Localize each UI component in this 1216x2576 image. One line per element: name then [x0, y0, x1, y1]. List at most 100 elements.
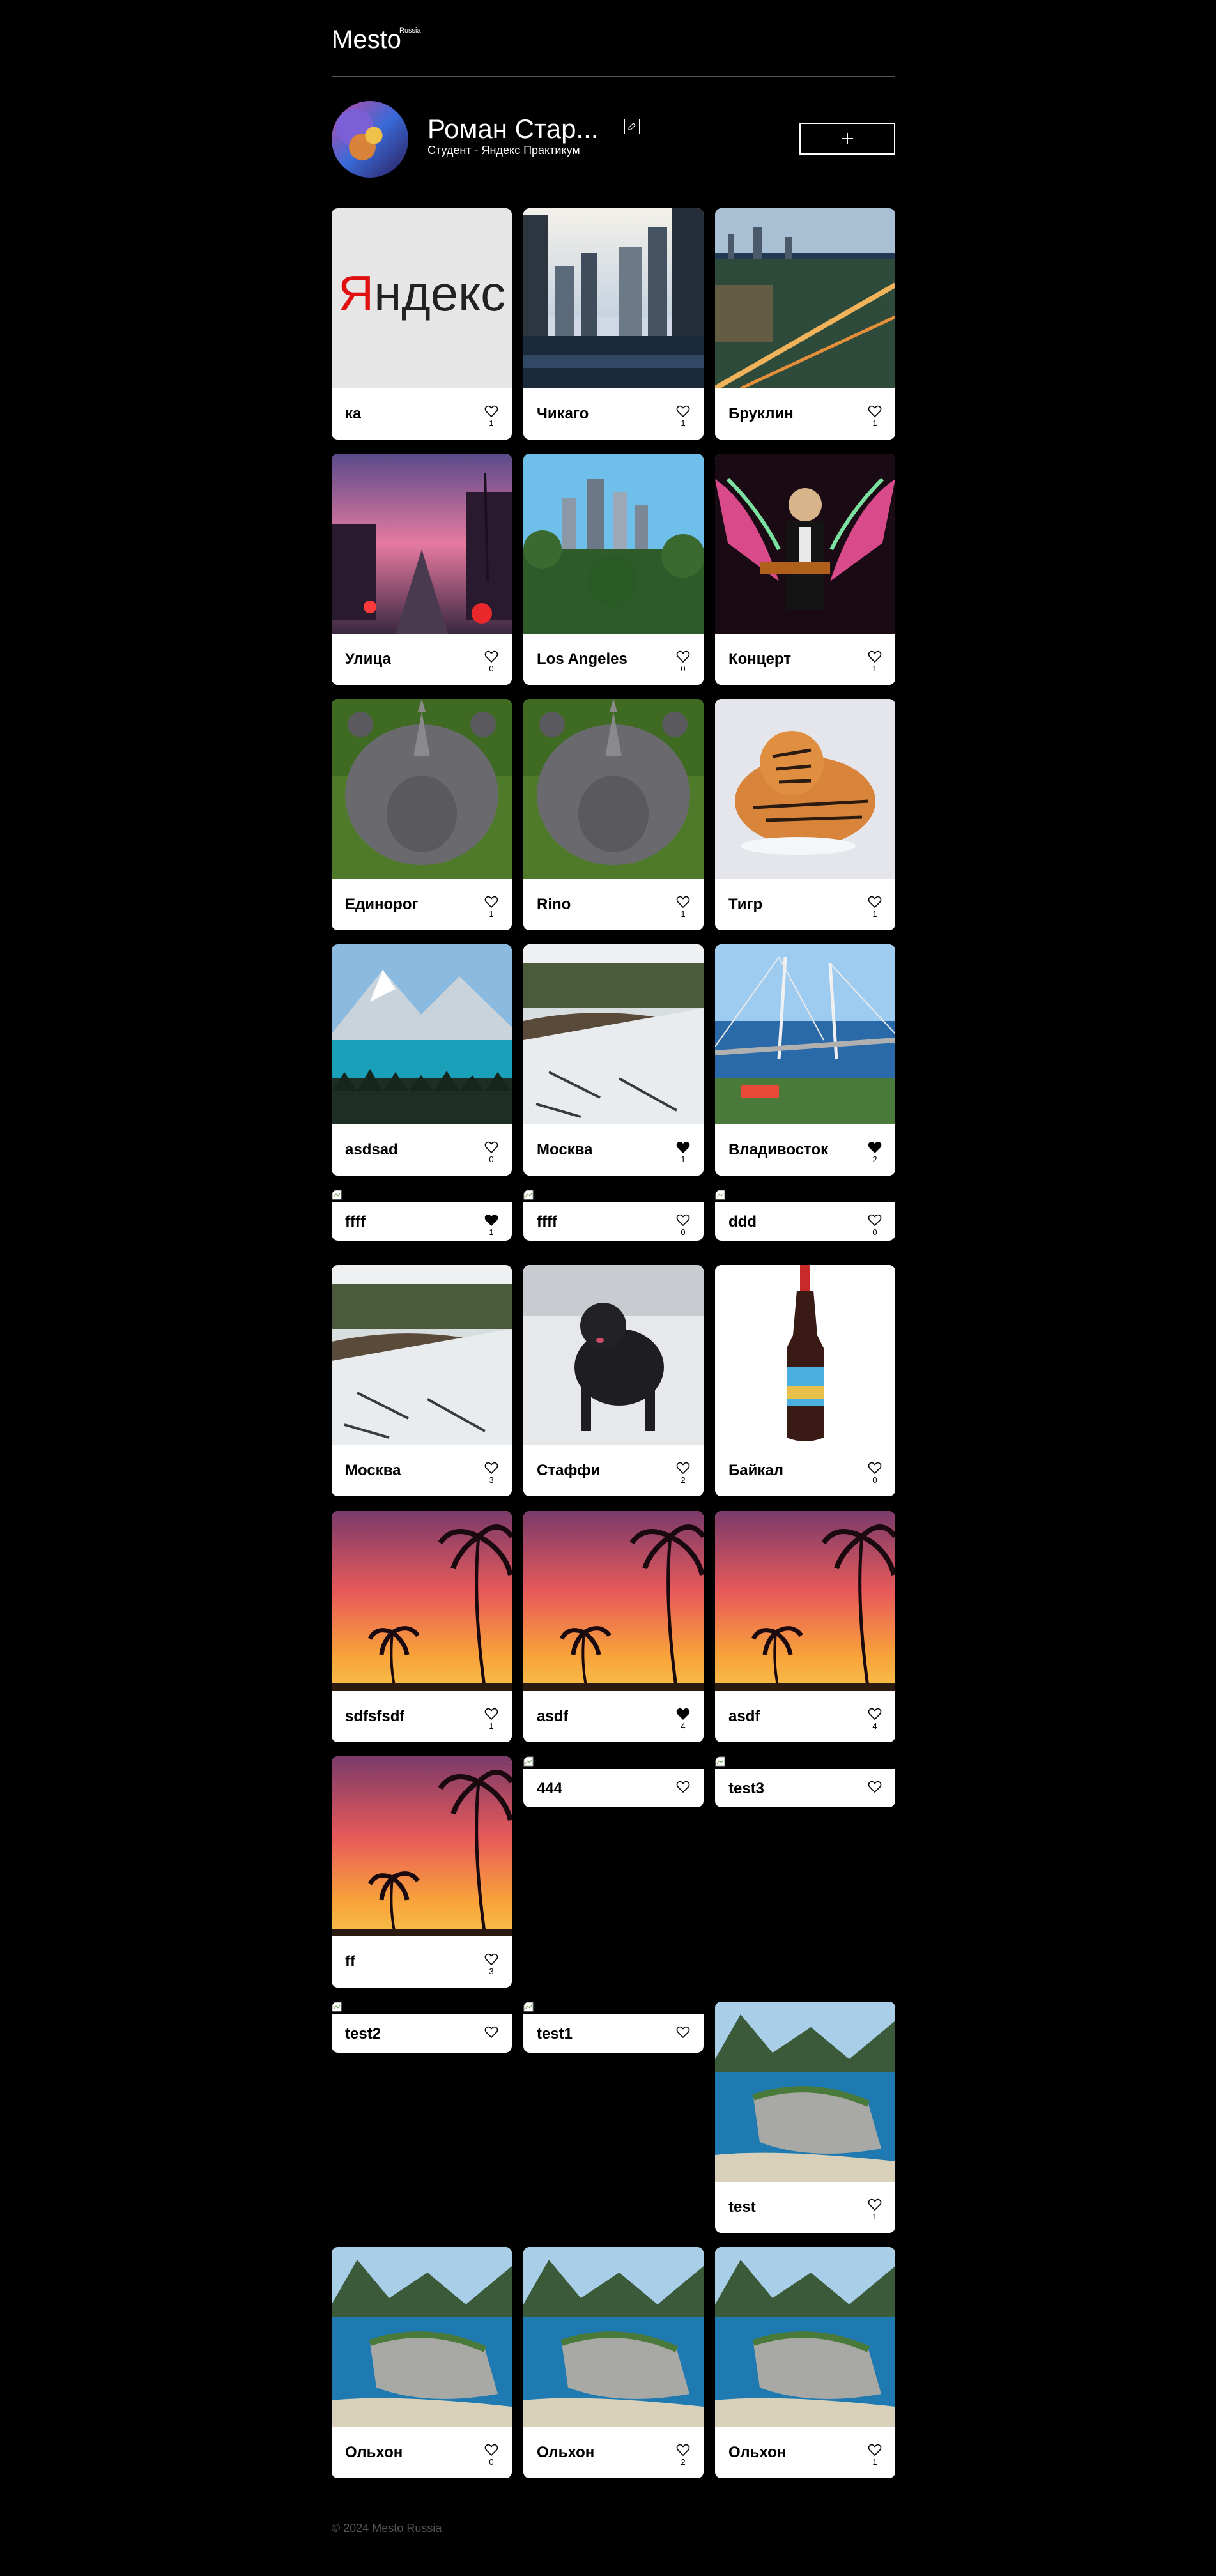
card-image[interactable] — [332, 454, 512, 634]
like-button[interactable]: 0 — [484, 650, 499, 673]
like-button[interactable]: 2 — [675, 2444, 691, 2467]
like-button[interactable]: 0 — [484, 1141, 499, 1164]
card-image[interactable] — [332, 1190, 512, 1202]
card-footer: Бруклин 1 — [715, 388, 895, 440]
like-button[interactable]: 1 — [484, 405, 499, 428]
profile-name: Роман Стар... — [427, 114, 599, 144]
place-card: Чикаго 1 — [523, 208, 704, 440]
card-image[interactable] — [715, 454, 895, 634]
card-image[interactable] — [715, 208, 895, 388]
card-image[interactable] — [523, 1265, 704, 1445]
card-footer: test3 — [715, 1769, 895, 1807]
like-button[interactable]: 2 — [867, 1141, 882, 1164]
like-button[interactable]: 1 — [867, 2444, 882, 2467]
like-count: 0 — [489, 1154, 494, 1164]
edit-profile-button[interactable] — [624, 119, 640, 134]
card-title: Концерт — [728, 650, 792, 668]
card-image[interactable] — [332, 2247, 512, 2427]
like-count: 2 — [872, 1154, 877, 1164]
card-image[interactable] — [523, 1756, 704, 1769]
like-count: 1 — [872, 418, 877, 428]
like-button[interactable]: 1 — [867, 2198, 882, 2221]
card-image[interactable] — [715, 699, 895, 879]
like-button[interactable]: 0 — [675, 1214, 691, 1237]
card-title: Ольхон — [728, 2444, 787, 2461]
like-button[interactable]: 4 — [675, 1708, 691, 1731]
place-card: Яндекс ка 1 — [332, 208, 512, 440]
like-button[interactable]: 4 — [867, 1708, 882, 1731]
card-image[interactable] — [523, 454, 704, 634]
card-image[interactable] — [523, 1511, 704, 1691]
card-image[interactable] — [332, 1511, 512, 1691]
header: Mesto Russia — [332, 0, 895, 77]
heart-icon — [676, 896, 690, 908]
heart-icon — [868, 2198, 882, 2211]
card-image[interactable] — [715, 2002, 895, 2182]
like-count: 1 — [489, 1227, 494, 1237]
avatar[interactable] — [332, 101, 408, 178]
card-footer: 444 — [523, 1769, 704, 1807]
like-button[interactable]: 0 — [867, 1462, 882, 1485]
place-card: Москва 3 — [332, 1265, 512, 1496]
heart-icon — [484, 1708, 498, 1721]
like-button[interactable]: 1 — [484, 1708, 499, 1731]
like-button[interactable]: 1 — [867, 405, 882, 428]
card-image[interactable] — [523, 208, 704, 388]
card-image[interactable] — [523, 944, 704, 1124]
like-button[interactable] — [867, 1781, 882, 1795]
like-button[interactable]: 2 — [675, 1462, 691, 1485]
like-button[interactable]: 3 — [484, 1953, 499, 1976]
like-button[interactable] — [675, 1781, 691, 1795]
card-image[interactable] — [523, 2247, 704, 2427]
card-image[interactable] — [523, 1190, 704, 1202]
card-title: ddd — [728, 1213, 757, 1230]
card-title: Тигр — [728, 896, 763, 913]
like-count: 4 — [681, 1721, 686, 1731]
heart-icon — [484, 650, 498, 663]
card-footer: Ольхон 0 — [332, 2427, 512, 2478]
card-image[interactable] — [715, 2247, 895, 2427]
like-button[interactable]: 1 — [675, 1141, 691, 1164]
card-image[interactable]: Яндекс — [332, 208, 512, 388]
card-image[interactable] — [715, 1511, 895, 1691]
like-button[interactable]: 1 — [484, 1214, 499, 1237]
broken-image-icon — [523, 1756, 534, 1767]
card-title: Байкал — [728, 1462, 783, 1479]
card-image[interactable] — [715, 1265, 895, 1445]
card-footer: test1 — [523, 2014, 704, 2053]
like-button[interactable]: 1 — [484, 896, 499, 919]
broken-image-icon — [523, 2002, 534, 2012]
add-card-button[interactable] — [799, 123, 895, 155]
heart-icon — [484, 896, 498, 908]
card-image[interactable] — [523, 699, 704, 879]
card-image[interactable] — [332, 944, 512, 1124]
card-image[interactable] — [715, 1190, 895, 1202]
like-button[interactable]: 1 — [867, 650, 882, 673]
like-count: 3 — [489, 1475, 494, 1485]
card-image[interactable] — [332, 699, 512, 879]
card-image[interactable] — [332, 2002, 512, 2014]
like-button[interactable]: 1 — [675, 896, 691, 919]
card-footer: ddd 0 — [715, 1202, 895, 1241]
card-image[interactable] — [715, 944, 895, 1124]
card-image[interactable] — [523, 2002, 704, 2014]
like-count: 0 — [489, 664, 494, 673]
card-footer: Стаффи 2 — [523, 1445, 704, 1496]
card-image[interactable] — [332, 1756, 512, 1936]
card-title: test3 — [728, 1780, 765, 1797]
like-button[interactable] — [484, 2026, 499, 2040]
like-button[interactable] — [675, 2026, 691, 2040]
card-title: Москва — [345, 1462, 401, 1479]
like-button[interactable]: 1 — [867, 896, 882, 919]
place-card: Улица 0 — [332, 454, 512, 685]
like-button[interactable]: 1 — [675, 405, 691, 428]
like-button[interactable]: 0 — [867, 1214, 882, 1237]
card-footer: Тигр 1 — [715, 879, 895, 930]
place-card: 444 — [523, 1756, 704, 1807]
card-title: asdsad — [345, 1141, 398, 1158]
like-button[interactable]: 0 — [675, 650, 691, 673]
like-button[interactable]: 0 — [484, 2444, 499, 2467]
card-image[interactable] — [332, 1265, 512, 1445]
like-button[interactable]: 3 — [484, 1462, 499, 1485]
card-image[interactable] — [715, 1756, 895, 1769]
